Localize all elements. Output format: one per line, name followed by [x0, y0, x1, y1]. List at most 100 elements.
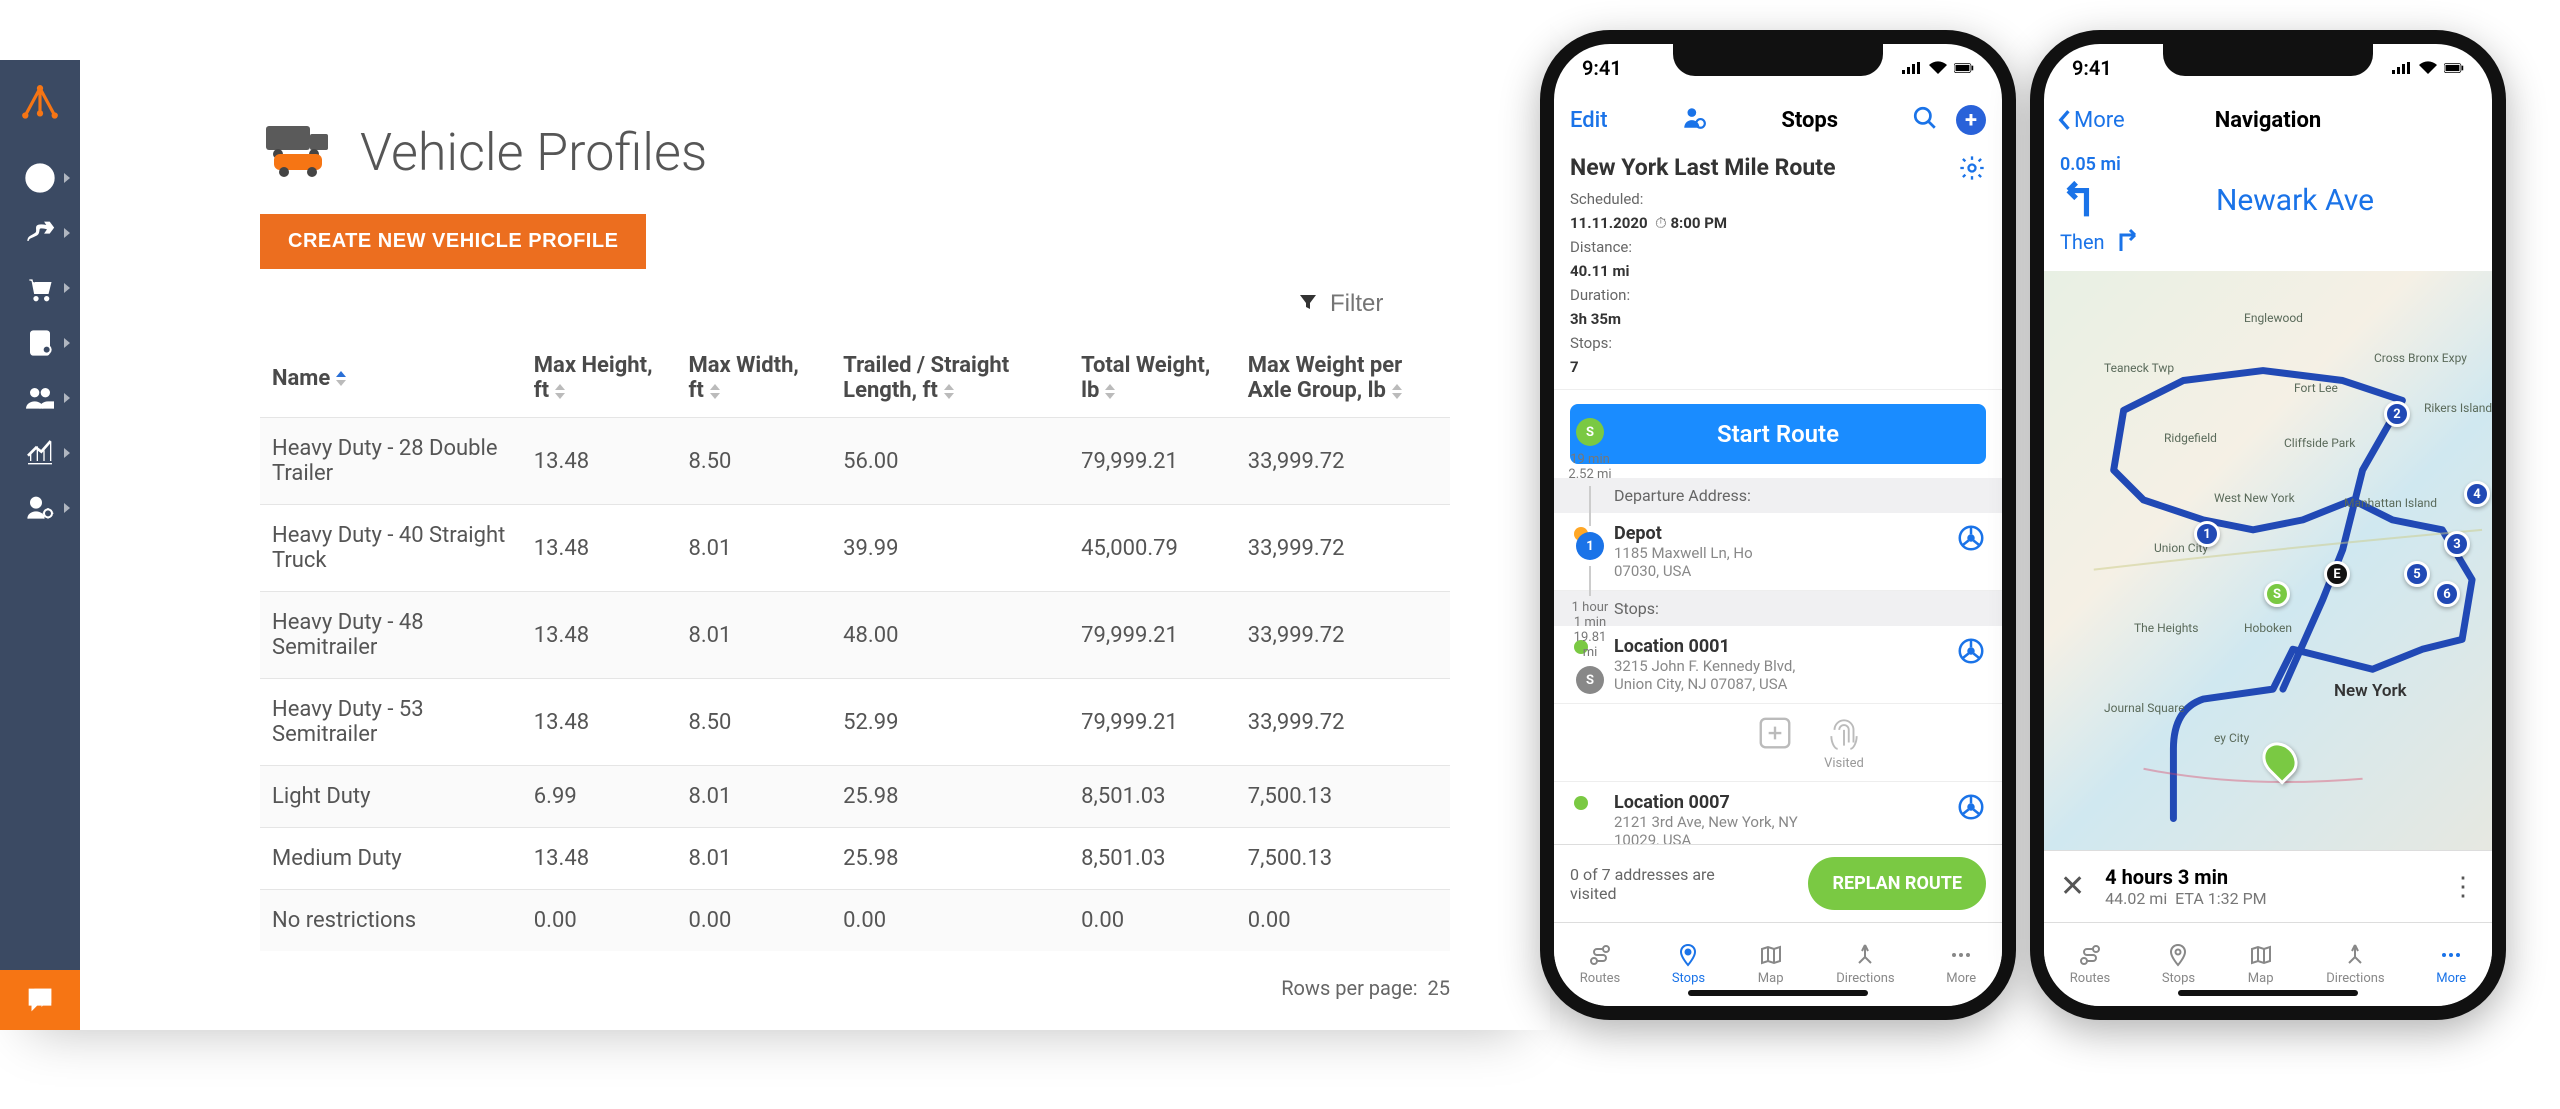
- driver-icon[interactable]: [1681, 105, 1707, 135]
- cell-value: 0.00: [1069, 890, 1236, 952]
- add-button[interactable]: +: [1956, 105, 1986, 135]
- tab-more[interactable]: More: [2436, 943, 2466, 986]
- cell-value: 39.99: [831, 505, 1069, 592]
- cell-value: 33,999.72: [1236, 592, 1450, 679]
- fingerprint-icon[interactable]: [1825, 737, 1863, 756]
- departure-label: Departure Address:: [1554, 478, 2002, 513]
- table-row[interactable]: Heavy Duty - 48 Semitrailer13.488.0148.0…: [260, 592, 1450, 679]
- stops-footer: 0 of 7 addresses are visited REPLAN ROUT…: [1554, 844, 2002, 922]
- sidebar-item-addressbook[interactable]: [0, 315, 80, 370]
- stop-row-1[interactable]: Location 00013215 John F. Kennedy Blvd,U…: [1554, 626, 2002, 704]
- desktop-app: Vehicle Profiles CREATE NEW VEHICLE PROF…: [0, 0, 1550, 1030]
- col-name[interactable]: Name: [260, 339, 522, 418]
- table-row[interactable]: Medium Duty13.488.0125.988,501.037,500.1…: [260, 828, 1450, 890]
- nav-title: Navigation: [2215, 108, 2321, 133]
- vehicle-profiles-table: Name Max Height, ft Max Width, ft Traile…: [260, 339, 1450, 951]
- cell-value: 7,500.13: [1236, 828, 1450, 890]
- table-header-row: Name Max Height, ft Max Width, ft Traile…: [260, 339, 1450, 418]
- cell-value: 79,999.21: [1069, 679, 1236, 766]
- col-total-weight[interactable]: Total Weight, lb: [1069, 339, 1236, 418]
- table-row[interactable]: Heavy Duty - 28 Double Trailer13.488.505…: [260, 418, 1450, 505]
- tab-map[interactable]: Map: [2247, 943, 2275, 986]
- table-row[interactable]: No restrictions0.000.000.000.000.00: [260, 890, 1450, 952]
- cell-value: 25.98: [831, 828, 1069, 890]
- cell-name: Light Duty: [260, 766, 522, 828]
- back-button[interactable]: More: [2056, 108, 2125, 133]
- cell-value: 0.00: [676, 890, 831, 952]
- tab-map[interactable]: Map: [1757, 943, 1785, 986]
- wheel-icon[interactable]: [1956, 792, 1986, 826]
- sidebar-item-analytics[interactable]: [0, 425, 80, 480]
- cell-name: Heavy Duty - 40 Straight Truck: [260, 505, 522, 592]
- col-axle-weight[interactable]: Max Weight per Axle Group, lb: [1236, 339, 1450, 418]
- home-indicator: [1688, 990, 1868, 996]
- status-time: 9:41: [1582, 56, 1622, 80]
- status-icons: [1902, 61, 1974, 75]
- chat-icon[interactable]: [0, 970, 80, 1030]
- sidebar-item-help[interactable]: [0, 150, 80, 205]
- depot-row[interactable]: Depot1185 Maxwell Ln, Ho07030, USA: [1554, 513, 2002, 591]
- start-route-button[interactable]: Start Route: [1570, 404, 1986, 464]
- nav-summary: ✕ 4 hours 3 min 44.02 mi ETA 1:32 PM ⋮: [2044, 850, 2492, 922]
- col-length[interactable]: Trailed / Straight Length, ft: [831, 339, 1069, 418]
- tab-directions[interactable]: Directions: [2326, 943, 2384, 986]
- rows-per-page: Rows per page: 25: [1281, 976, 1450, 1000]
- tab-more[interactable]: More: [1946, 943, 1976, 986]
- phone-navigation: 9:41 More Navigation 0.05 mi Newark Ave …: [2030, 30, 2506, 1020]
- cell-value: 8.01: [676, 766, 831, 828]
- cell-value: 8.01: [676, 828, 831, 890]
- status-time: 9:41: [2072, 56, 2112, 80]
- route-header: New York Last Mile Route Scheduled: 11.1…: [1554, 148, 2002, 390]
- tab-stops[interactable]: Stops: [2162, 943, 2195, 986]
- cell-value: 8,501.03: [1069, 766, 1236, 828]
- route-name: New York Last Mile Route: [1570, 154, 1836, 181]
- stops-list: Departure Address: Depot1185 Maxwell Ln,…: [1554, 478, 2002, 878]
- cell-value: 33,999.72: [1236, 418, 1450, 505]
- nav-banner: 0.05 mi Newark Ave Then: [2044, 148, 2492, 271]
- col-max-width[interactable]: Max Width, ft: [676, 339, 831, 418]
- cell-value: 13.48: [522, 505, 677, 592]
- map-view[interactable]: Englewood Teaneck Twp Fort Lee Ridgefiel…: [2044, 271, 2492, 881]
- cell-value: 6.99: [522, 766, 677, 828]
- cell-value: 7,500.13: [1236, 766, 1450, 828]
- wheel-icon[interactable]: [1956, 523, 1986, 557]
- col-max-height[interactable]: Max Height, ft: [522, 339, 677, 418]
- add-note-icon[interactable]: [1756, 714, 1794, 756]
- nav-duration: 4 hours 3 min: [2105, 865, 2228, 889]
- status-icons: [2392, 61, 2464, 75]
- search-icon[interactable]: [1912, 105, 1938, 135]
- filter-input[interactable]: [1330, 290, 1450, 318]
- phone-notch: [2163, 44, 2373, 76]
- filter-input-wrap: [1298, 290, 1450, 318]
- table-row[interactable]: Light Duty6.998.0125.988,501.037,500.13: [260, 766, 1450, 828]
- cell-value: 13.48: [522, 679, 677, 766]
- sidebar-item-routes[interactable]: [0, 205, 80, 260]
- close-icon[interactable]: ✕: [2060, 869, 2085, 904]
- table-row[interactable]: Heavy Duty - 40 Straight Truck13.488.013…: [260, 505, 1450, 592]
- cell-value: 13.48: [522, 418, 677, 505]
- more-icon[interactable]: ⋮: [2450, 872, 2476, 902]
- create-vehicle-profile-button[interactable]: CREATE NEW VEHICLE PROFILE: [260, 214, 646, 269]
- sidebar-item-settings[interactable]: [0, 480, 80, 535]
- table-row[interactable]: Heavy Duty - 53 Semitrailer13.488.5052.9…: [260, 679, 1450, 766]
- tab-directions[interactable]: Directions: [1836, 943, 1894, 986]
- cell-value: 33,999.72: [1236, 679, 1450, 766]
- cell-value: 0.00: [1236, 890, 1450, 952]
- cell-value: 8.01: [676, 592, 831, 679]
- cell-value: 13.48: [522, 592, 677, 679]
- page-title: Vehicle Profiles: [360, 122, 707, 183]
- sidebar-item-orders[interactable]: [0, 260, 80, 315]
- replan-route-button[interactable]: REPLAN ROUTE: [1808, 857, 1986, 910]
- nav-header: More Navigation: [2044, 92, 2492, 148]
- cell-value: 8,501.03: [1069, 828, 1236, 890]
- tab-stops[interactable]: Stops: [1672, 943, 1705, 986]
- sidebar-item-team[interactable]: [0, 370, 80, 425]
- wheel-icon[interactable]: [1956, 636, 1986, 670]
- stops-section-label: Stops:: [1554, 591, 2002, 626]
- edit-button[interactable]: Edit: [1570, 108, 1608, 133]
- tab-routes[interactable]: Routes: [2070, 943, 2110, 986]
- cell-value: 79,999.21: [1069, 592, 1236, 679]
- visited-count: 0 of 7 addresses are visited: [1570, 865, 1720, 903]
- tab-routes[interactable]: Routes: [1580, 943, 1620, 986]
- gear-icon[interactable]: [1958, 154, 1986, 186]
